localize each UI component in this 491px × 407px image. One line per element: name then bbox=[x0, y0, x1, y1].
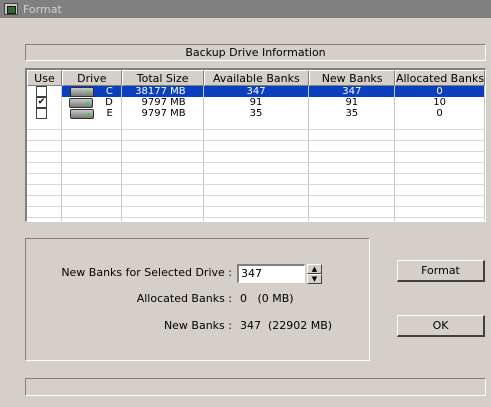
new-banks-selected-label: New Banks for Selected Drive : bbox=[61, 266, 232, 279]
use-checkbox[interactable] bbox=[36, 108, 47, 119]
drive-letter: E bbox=[106, 108, 113, 119]
drive-settings-group: New Banks for Selected Drive : 347 ▲ ▼ A… bbox=[25, 238, 370, 361]
format-button[interactable]: Format bbox=[397, 260, 485, 282]
new-banks-total-label: New Banks : bbox=[163, 319, 232, 332]
hard-drive-icon bbox=[69, 97, 94, 108]
total-size-cell: 9797 MB bbox=[122, 108, 204, 119]
use-cell bbox=[27, 86, 62, 97]
hard-drive-icon bbox=[70, 108, 95, 119]
table-row[interactable]: ✔ D 9797 MB 91 91 10 bbox=[27, 97, 485, 108]
drive-cell: E bbox=[62, 108, 122, 119]
allocated-banks-cell: 10 bbox=[395, 97, 485, 108]
status-bar bbox=[25, 378, 486, 396]
use-checkbox[interactable]: ✔ bbox=[36, 97, 47, 108]
drive-list[interactable]: Use Drive Total Size Available Banks New… bbox=[25, 68, 486, 222]
drive-letter: D bbox=[105, 97, 113, 108]
column-header-allocated-banks[interactable]: Allocated Banks bbox=[395, 70, 485, 86]
ok-button[interactable]: OK bbox=[397, 315, 485, 337]
column-header-new-banks[interactable]: New Banks bbox=[309, 70, 395, 86]
spin-down-icon[interactable]: ▼ bbox=[307, 274, 322, 284]
new-banks-cell: 91 bbox=[309, 97, 396, 108]
total-size-cell: 9797 MB bbox=[122, 97, 204, 108]
allocated-banks-cell: 0 bbox=[395, 86, 485, 97]
new-banks-cell: 347 bbox=[309, 86, 396, 97]
title-bar[interactable]: Format bbox=[0, 0, 491, 18]
section-header-label: Backup Drive Information bbox=[185, 46, 326, 59]
available-banks-cell: 91 bbox=[204, 97, 310, 108]
new-banks-input[interactable]: 347 bbox=[237, 264, 305, 283]
available-banks-cell: 35 bbox=[204, 108, 310, 119]
total-size-cell: 38177 MB bbox=[121, 86, 204, 97]
column-header-available-banks[interactable]: Available Banks bbox=[203, 70, 310, 86]
new-banks-total-value: 347 (22902 MB) bbox=[240, 319, 333, 332]
column-header-total-size[interactable]: Total Size bbox=[121, 70, 204, 86]
drive-letter: C bbox=[105, 86, 113, 97]
list-header: Use Drive Total Size Available Banks New… bbox=[27, 70, 485, 86]
drive-cell: D bbox=[62, 97, 122, 108]
use-checkbox[interactable] bbox=[36, 86, 47, 97]
spin-up-icon[interactable]: ▲ bbox=[307, 264, 322, 274]
allocated-banks-label: Allocated Banks : bbox=[136, 292, 232, 305]
hard-drive-icon bbox=[69, 86, 94, 97]
list-body: C 38177 MB 347 347 0 ✔ D 9797 MB 91 91 1… bbox=[27, 86, 485, 221]
allocated-banks-value: 0 (0 MB) bbox=[240, 292, 294, 305]
column-header-use[interactable]: Use bbox=[27, 70, 62, 86]
use-cell bbox=[27, 108, 62, 119]
drive-cell: C bbox=[61, 86, 122, 97]
new-banks-spinner[interactable]: ▲ ▼ bbox=[307, 264, 322, 284]
app-icon bbox=[4, 3, 18, 15]
table-row[interactable]: E 9797 MB 35 35 0 bbox=[27, 108, 485, 119]
allocated-banks-cell: 0 bbox=[395, 108, 485, 119]
new-banks-cell: 35 bbox=[309, 108, 396, 119]
table-row[interactable]: C 38177 MB 347 347 0 bbox=[27, 86, 485, 97]
available-banks-cell: 347 bbox=[203, 86, 310, 97]
window-title: Format bbox=[23, 2, 62, 16]
use-cell: ✔ bbox=[27, 97, 62, 108]
section-header: Backup Drive Information bbox=[25, 44, 486, 61]
empty-grid-rows bbox=[27, 119, 485, 221]
column-header-drive[interactable]: Drive bbox=[61, 70, 122, 86]
